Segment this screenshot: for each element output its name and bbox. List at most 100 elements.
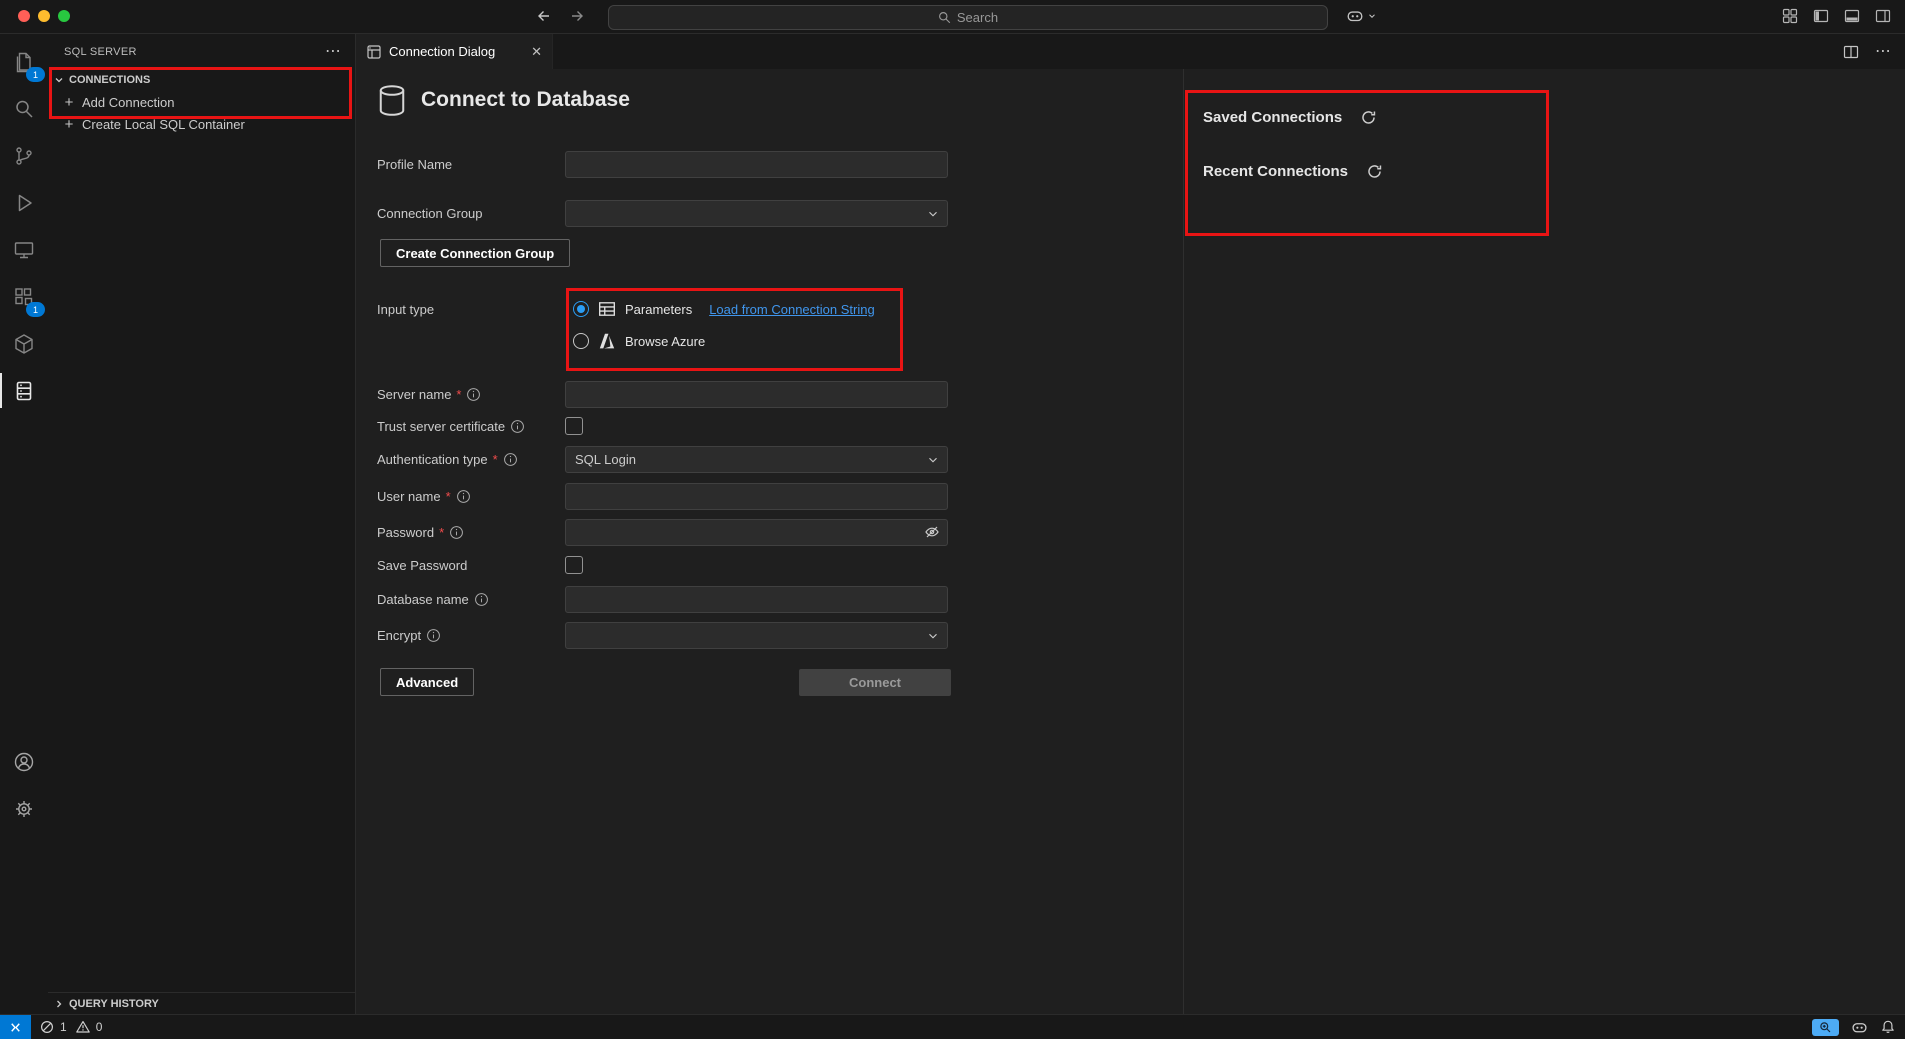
chevron-down-icon: [926, 629, 940, 643]
add-icon: +: [62, 117, 76, 132]
minimize-window-button[interactable]: [38, 10, 50, 22]
info-icon[interactable]: [456, 489, 471, 504]
error-count: 1: [60, 1020, 67, 1034]
run-debug-icon: [12, 191, 36, 215]
close-icon[interactable]: ✕: [531, 45, 542, 58]
eye-off-icon[interactable]: [924, 524, 940, 540]
refresh-icon[interactable]: [1360, 109, 1377, 126]
history-navigation: [536, 8, 585, 24]
info-icon[interactable]: [474, 592, 489, 607]
connection-form: Connect to Database Profile Name Connect…: [356, 69, 1184, 1015]
copilot-menu[interactable]: [1346, 7, 1377, 25]
chevron-down-icon: [1367, 11, 1377, 21]
back-icon[interactable]: [536, 8, 552, 24]
server-name-label: Server name: [377, 387, 451, 402]
add-connection-item[interactable]: + Add Connection: [48, 91, 355, 113]
bell-icon[interactable]: [1880, 1019, 1896, 1035]
sidebar-item-run-debug[interactable]: [0, 179, 48, 226]
trust-server-certificate-checkbox[interactable]: [565, 417, 583, 435]
connection-group-select[interactable]: [565, 200, 948, 227]
radio-selected-icon: [573, 301, 589, 317]
maximize-window-button[interactable]: [58, 10, 70, 22]
copilot-icon: [1346, 7, 1364, 25]
sidebar-item-sql-server[interactable]: [0, 367, 48, 414]
vscode-window: Search: [0, 0, 1905, 1039]
zoom-status-button[interactable]: [1812, 1019, 1839, 1036]
info-icon[interactable]: [510, 419, 525, 434]
more-actions-icon[interactable]: ⋯: [1875, 44, 1891, 60]
info-icon[interactable]: [466, 387, 481, 402]
connection-group-label: Connection Group: [377, 206, 483, 221]
sidebar-title: SQL SERVER: [64, 46, 137, 58]
required-marker: *: [493, 452, 498, 467]
database-name-input[interactable]: [565, 586, 948, 613]
sidebar-item-containers[interactable]: [0, 320, 48, 367]
connections-section-header[interactable]: CONNECTIONS: [48, 69, 355, 91]
saved-connections-label: Saved Connections: [1203, 109, 1342, 126]
close-window-button[interactable]: [18, 10, 30, 22]
sidebar-empty-space: [48, 135, 355, 992]
sidebar-item-source-control[interactable]: [0, 132, 48, 179]
accounts-icon: [12, 750, 36, 774]
encrypt-select[interactable]: [565, 622, 948, 649]
load-connection-string-link[interactable]: Load from Connection String: [709, 302, 874, 317]
password-label: Password: [377, 525, 434, 540]
info-icon[interactable]: [449, 525, 464, 540]
sidebar-item-explorer[interactable]: 1: [0, 38, 48, 85]
advanced-button[interactable]: Advanced: [380, 668, 474, 696]
titlebar-search[interactable]: Search: [608, 5, 1328, 30]
customize-layout-icon[interactable]: [1782, 8, 1798, 24]
parameters-radio-label: Parameters: [625, 302, 692, 317]
connect-button[interactable]: Connect: [799, 669, 951, 696]
sidebar-item-search[interactable]: [0, 85, 48, 132]
password-input[interactable]: [565, 519, 948, 546]
save-password-checkbox[interactable]: [565, 556, 583, 574]
forward-icon[interactable]: [569, 8, 585, 24]
sidebar-item-settings[interactable]: [0, 785, 48, 832]
copilot-status-icon[interactable]: [1851, 1019, 1868, 1036]
toggle-primary-sidebar-icon[interactable]: [1813, 8, 1829, 24]
input-type-radio-group: Parameters Load from Connection String B…: [565, 293, 875, 357]
query-history-section-header[interactable]: QUERY HISTORY: [48, 992, 355, 1015]
trust-server-certificate-label: Trust server certificate: [377, 419, 505, 434]
sidebar-item-accounts[interactable]: [0, 738, 48, 785]
user-name-input[interactable]: [565, 483, 948, 510]
toggle-secondary-sidebar-icon[interactable]: [1875, 8, 1891, 24]
add-connection-label: Add Connection: [82, 95, 175, 110]
cube-icon: [12, 332, 36, 356]
remote-indicator[interactable]: [0, 1015, 31, 1039]
create-local-sql-container-item[interactable]: + Create Local SQL Container: [48, 113, 355, 135]
info-icon[interactable]: [426, 628, 441, 643]
warning-icon: [76, 1020, 90, 1034]
sidebar-item-extensions[interactable]: 1: [0, 273, 48, 320]
connection-dialog-icon: [366, 44, 382, 60]
required-marker: *: [439, 525, 444, 540]
toggle-panel-icon[interactable]: [1844, 8, 1860, 24]
query-history-section-label: QUERY HISTORY: [69, 998, 159, 1010]
status-bar-right: [1812, 1019, 1896, 1036]
refresh-icon[interactable]: [1366, 163, 1383, 180]
sidebar-item-remote-explorer[interactable]: [0, 226, 48, 273]
activity-bar: 1: [0, 34, 49, 1015]
encrypt-label: Encrypt: [377, 628, 421, 643]
split-editor-icon[interactable]: [1843, 44, 1859, 60]
chevron-down-icon: [926, 207, 940, 221]
search-activity-icon: [12, 97, 36, 121]
parameters-radio[interactable]: Parameters Load from Connection String: [565, 293, 875, 325]
connections-browser-pane: Saved Connections Recent Connections: [1184, 69, 1905, 1015]
server-name-input[interactable]: [565, 381, 948, 408]
tab-connection-dialog[interactable]: Connection Dialog ✕: [356, 34, 553, 69]
browse-azure-radio[interactable]: Browse Azure: [565, 325, 875, 357]
editor-actions: ⋯: [1843, 34, 1891, 69]
more-actions-icon[interactable]: ⋯: [325, 44, 341, 60]
sidebar-header: SQL SERVER ⋯: [48, 34, 355, 69]
recent-connections-label: Recent Connections: [1203, 163, 1348, 180]
info-icon[interactable]: [503, 452, 518, 467]
create-connection-group-button[interactable]: Create Connection Group: [380, 239, 570, 267]
recent-connections-header: Recent Connections: [1203, 161, 1905, 181]
explorer-badge: 1: [26, 67, 45, 82]
problems-status[interactable]: 1 0: [40, 1020, 107, 1034]
search-icon: [938, 11, 951, 24]
authentication-type-select[interactable]: SQL Login: [565, 446, 948, 473]
profile-name-input[interactable]: [565, 151, 948, 178]
